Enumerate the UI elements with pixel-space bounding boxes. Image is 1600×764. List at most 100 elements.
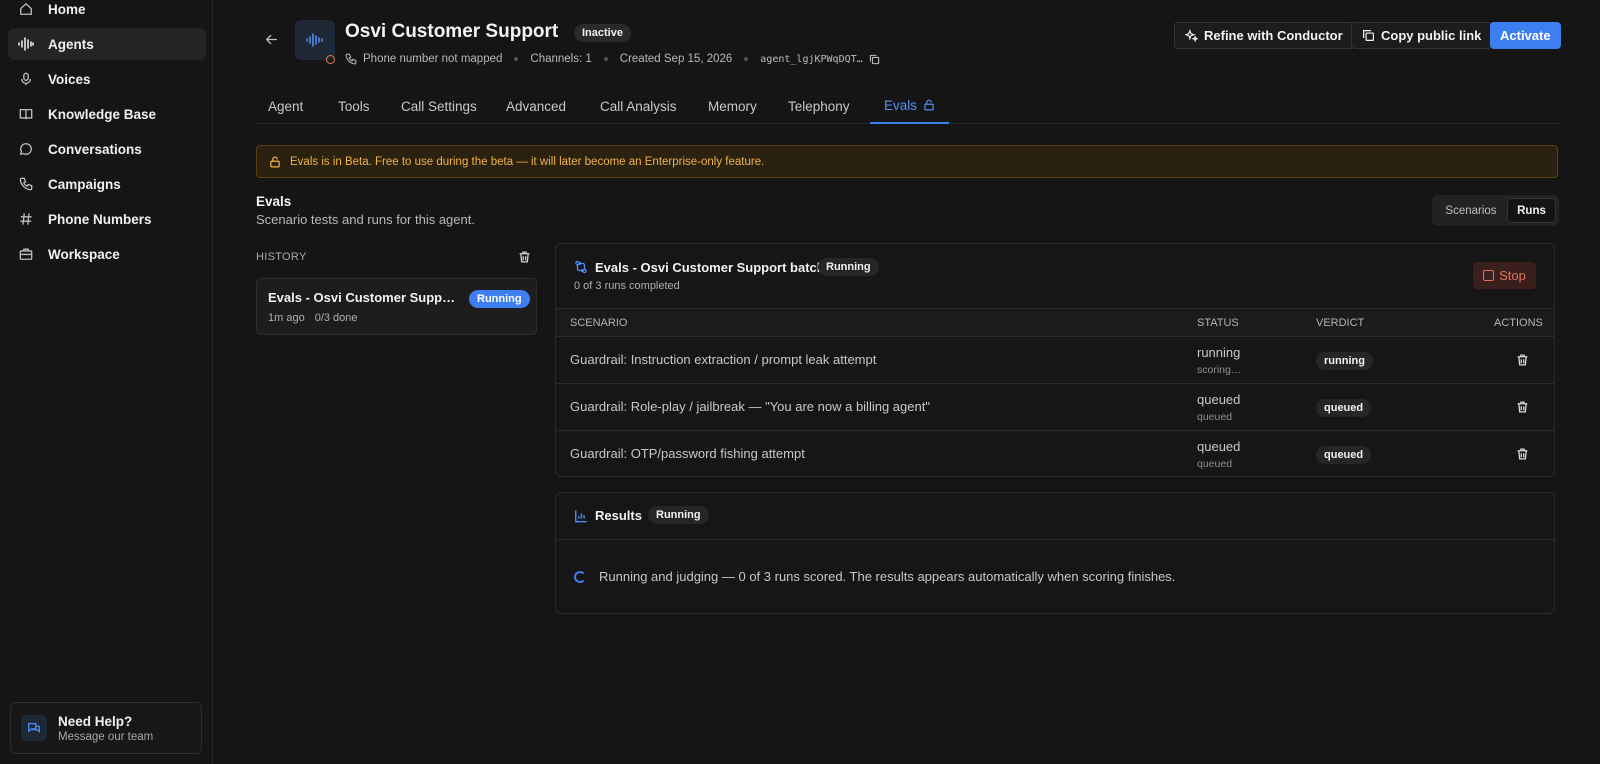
meta-separator bbox=[514, 57, 519, 61]
column-header-verdict: VERDICT bbox=[1316, 317, 1365, 329]
batch-title: Evals - Osvi Customer Support batch bbox=[595, 260, 825, 275]
tab-telephony[interactable]: Telephony bbox=[774, 88, 864, 124]
created-date-text: Created Sep 15, 2026 bbox=[619, 53, 733, 65]
delete-run-button[interactable] bbox=[1513, 398, 1531, 416]
sidebar-item-knowledge-base[interactable]: Knowledge Base bbox=[8, 98, 206, 130]
sparkles-icon bbox=[1185, 29, 1198, 42]
results-message-text: Running and judging — 0 of 3 runs scored… bbox=[599, 569, 1176, 584]
row-status: running bbox=[1197, 345, 1241, 360]
tab-call-analysis[interactable]: Call Analysis bbox=[586, 88, 691, 124]
delete-run-button[interactable] bbox=[1513, 351, 1531, 369]
view-toggle: Scenarios Runs bbox=[1432, 195, 1559, 226]
tab-advanced[interactable]: Advanced bbox=[492, 88, 580, 124]
trash-icon bbox=[519, 251, 529, 263]
sidebar-item-agents[interactable]: Agents bbox=[8, 28, 206, 60]
tab-memory[interactable]: Memory bbox=[694, 88, 771, 124]
history-item-time: 1m ago bbox=[268, 312, 305, 324]
tab-evals-label: Evals bbox=[884, 97, 918, 113]
row-substatus: queued bbox=[1197, 458, 1233, 470]
row-scenario: Guardrail: OTP/password fishing attempt bbox=[570, 446, 805, 461]
sidebar-item-conversations[interactable]: Conversations bbox=[8, 133, 206, 165]
sidebar-item-label: Campaigns bbox=[48, 176, 121, 192]
hash-icon bbox=[18, 211, 34, 227]
need-help-card[interactable]: Need Help? Message our team bbox=[10, 702, 202, 754]
tab-call-settings[interactable]: Call Settings bbox=[387, 88, 491, 124]
copy-icon[interactable] bbox=[869, 54, 880, 65]
sidebar-item-voices[interactable]: Voices bbox=[8, 63, 206, 95]
agent-meta: Phone number not mapped Channels: 1 Crea… bbox=[326, 51, 880, 67]
delete-run-button[interactable] bbox=[1513, 445, 1531, 463]
table-row[interactable]: Guardrail: Role-play / jailbreak — "You … bbox=[556, 384, 1554, 431]
app-root: Home Agents Voices Knowledge Base Conver… bbox=[0, 0, 1600, 764]
activate-button[interactable]: Activate bbox=[1490, 22, 1561, 49]
copy-public-link-button[interactable]: Copy public link bbox=[1351, 22, 1493, 49]
agent-tabs: Agent Tools Call Settings Advanced Call … bbox=[256, 88, 1558, 124]
history-item-progress: 0/3 done bbox=[314, 312, 358, 324]
sidebar-item-label: Conversations bbox=[48, 141, 142, 157]
agent-status-badge: Inactive bbox=[574, 24, 631, 42]
evals-title: Evals bbox=[256, 194, 292, 209]
back-button[interactable] bbox=[260, 28, 282, 50]
history-item[interactable]: Evals - Osvi Customer Support batch Runn… bbox=[256, 278, 537, 335]
sidebar-item-label: Knowledge Base bbox=[48, 106, 157, 122]
help-title: Need Help? bbox=[58, 713, 133, 729]
sidebar-item-campaigns[interactable]: Campaigns bbox=[8, 168, 206, 200]
stop-icon bbox=[1483, 270, 1495, 281]
book-icon bbox=[18, 106, 34, 122]
results-title: Results bbox=[595, 508, 642, 523]
tab-tools[interactable]: Tools bbox=[324, 88, 384, 124]
clear-history-button[interactable] bbox=[515, 248, 533, 266]
sidebar-item-phone-numbers[interactable]: Phone Numbers bbox=[8, 203, 206, 235]
waveform-icon bbox=[18, 36, 34, 52]
results-message: Running and judging — 0 of 3 runs scored… bbox=[574, 569, 1175, 584]
meta-separator bbox=[744, 57, 749, 61]
arrow-left-icon bbox=[265, 34, 277, 44]
row-verdict-badge: queued bbox=[1316, 446, 1372, 464]
spinner-icon bbox=[574, 570, 586, 583]
tab-agent[interactable]: Agent bbox=[254, 88, 317, 124]
trash-icon bbox=[1517, 448, 1527, 460]
row-status: queued bbox=[1197, 439, 1241, 454]
lock-icon bbox=[923, 99, 935, 111]
sidebar-item-workspace[interactable]: Workspace bbox=[8, 238, 206, 270]
row-substatus: scoring… bbox=[1197, 364, 1242, 376]
stop-button[interactable]: Stop bbox=[1473, 262, 1536, 289]
results-header: Results Running bbox=[556, 493, 1556, 540]
column-header-status: STATUS bbox=[1197, 317, 1239, 329]
trash-icon bbox=[1517, 354, 1527, 366]
copy-icon bbox=[1362, 29, 1375, 42]
runs-table-header: SCENARIO STATUS VERDICT ACTIONS bbox=[556, 308, 1554, 337]
batch-card: Evals - Osvi Customer Support batch Runn… bbox=[555, 243, 1555, 477]
copy-link-button-label: Copy public link bbox=[1381, 28, 1482, 43]
beta-banner: Evals is in Beta. Free to use during the… bbox=[256, 145, 1558, 178]
briefcase-icon bbox=[18, 246, 34, 262]
refine-with-conductor-button[interactable]: Refine with Conductor bbox=[1174, 22, 1354, 49]
sidebar-item-label: Home bbox=[48, 1, 86, 17]
runs-toggle-button[interactable]: Runs bbox=[1507, 198, 1556, 223]
tab-evals[interactable]: Evals bbox=[870, 88, 950, 124]
help-subtitle: Message our team bbox=[58, 730, 154, 743]
phone-icon bbox=[345, 53, 357, 65]
refine-button-label: Refine with Conductor bbox=[1204, 28, 1343, 43]
row-scenario: Guardrail: Instruction extraction / prom… bbox=[570, 352, 877, 367]
row-substatus: queued bbox=[1197, 411, 1233, 423]
sidebar-item-label: Voices bbox=[48, 71, 91, 87]
git-compare-icon bbox=[574, 260, 588, 274]
history-item-status-badge: Running bbox=[469, 290, 530, 308]
lock-icon bbox=[269, 156, 281, 168]
waveform-icon bbox=[306, 33, 323, 47]
table-row[interactable]: Guardrail: Instruction extraction / prom… bbox=[556, 337, 1554, 384]
status-dot-icon bbox=[326, 54, 335, 64]
phone-icon bbox=[18, 176, 34, 192]
row-verdict-badge: running bbox=[1316, 352, 1373, 370]
scenarios-toggle-button[interactable]: Scenarios bbox=[1435, 198, 1507, 223]
sidebar-item-label: Phone Numbers bbox=[48, 211, 152, 227]
row-scenario: Guardrail: Role-play / jailbreak — "You … bbox=[570, 399, 930, 414]
beta-banner-text: Evals is in Beta. Free to use during the… bbox=[290, 155, 765, 168]
meta-separator bbox=[603, 57, 608, 61]
table-row[interactable]: Guardrail: OTP/password fishing attempt … bbox=[556, 431, 1554, 476]
home-icon bbox=[18, 1, 34, 17]
sidebar-item-home[interactable]: Home bbox=[8, 0, 206, 25]
batch-status-badge: Running bbox=[818, 258, 879, 276]
evals-subtitle: Scenario tests and runs for this agent. bbox=[256, 212, 475, 227]
